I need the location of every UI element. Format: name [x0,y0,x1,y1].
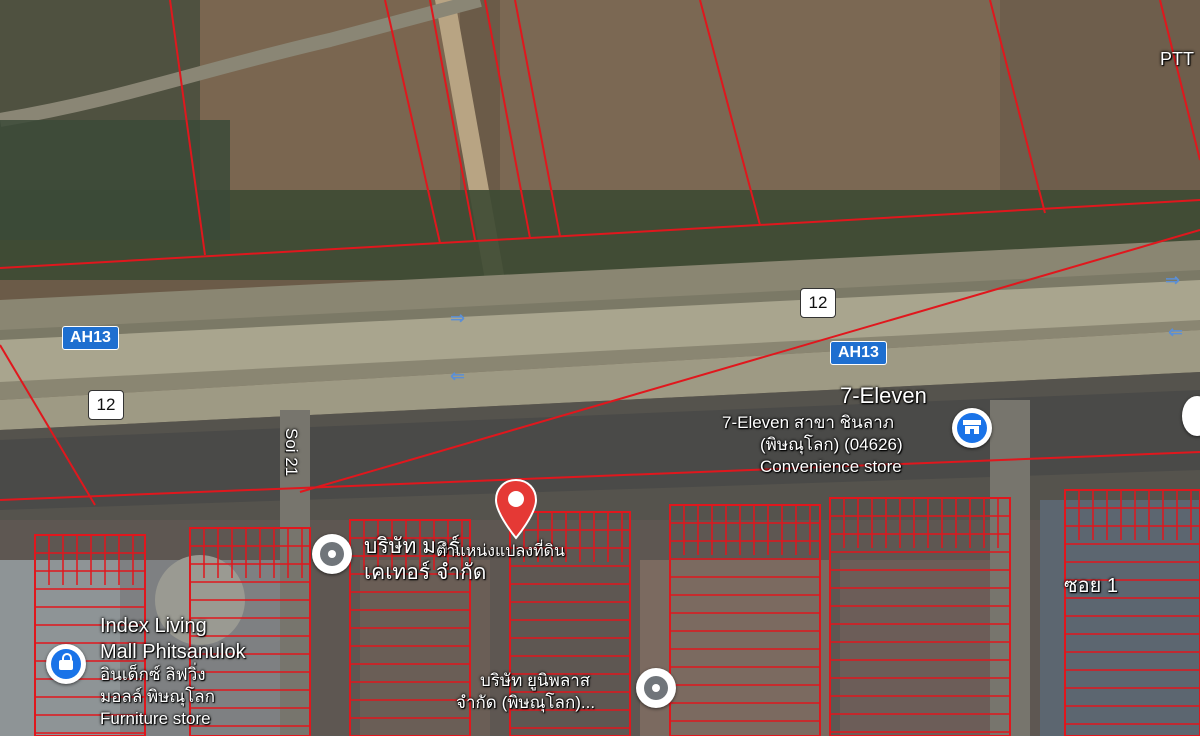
road-shield-12-left: 12 [88,390,124,420]
poi-index-line1[interactable]: Index Living [100,616,207,637]
poi-index-line3[interactable]: อินเด็กซ์ ลิฟวิ่ง [100,666,206,684]
poi-category: Convenience store [760,457,902,476]
poi-company2-line2[interactable]: จำกัด (พิษณุโลก)... [456,694,595,712]
pin-label: ตำแหน่งแปลงที่ดิน [436,543,565,560]
route-shield-ah13-right: AH13 [830,341,887,365]
poi-company2-line1[interactable]: บริษัท ยูนิพลาส [480,672,590,690]
shopping-icon[interactable] [46,644,86,684]
street-label-soi-1: ซอย 1 [1064,575,1118,597]
generic-poi-icon[interactable] [312,534,352,574]
traffic-direction-arrow-icon: ⇒ [1165,270,1181,291]
route-shield-ah13-left: AH13 [62,326,119,350]
convenience-store-icon[interactable] [952,408,992,448]
traffic-direction-arrow-icon: ⇒ [450,308,466,329]
traffic-direction-arrow-icon: ⇐ [1168,322,1184,343]
poi-index-line4[interactable]: มอลล์ พิษณุโลก [100,688,215,706]
poi-index-line2[interactable]: Mall Phitsanulok [100,642,246,663]
road-shield-12-top: 12 [800,288,836,318]
poi-title[interactable]: 7-Eleven [840,384,927,407]
poi-company1-line2[interactable]: เคเทอร์ จำกัด [364,561,486,584]
ptt-label[interactable]: PTT [1160,50,1194,69]
generic-poi-icon[interactable] [636,668,676,708]
poi-name-line1[interactable]: 7-Eleven สาขา ชินลาภ [722,414,894,432]
poi-name-line2[interactable]: (พิษณุโลก) (04626) [760,436,903,454]
street-label-soi-21: Soi 21 [282,428,301,477]
traffic-direction-arrow-icon: ⇐ [450,366,466,387]
map-canvas[interactable]: PTT AH13 AH13 12 12 ⇒ ⇒ ⇐ ⇐ Soi 21 7-Ele… [0,0,1200,736]
poi-index-category: Furniture store [100,709,211,728]
map-pin-icon[interactable] [494,478,538,540]
